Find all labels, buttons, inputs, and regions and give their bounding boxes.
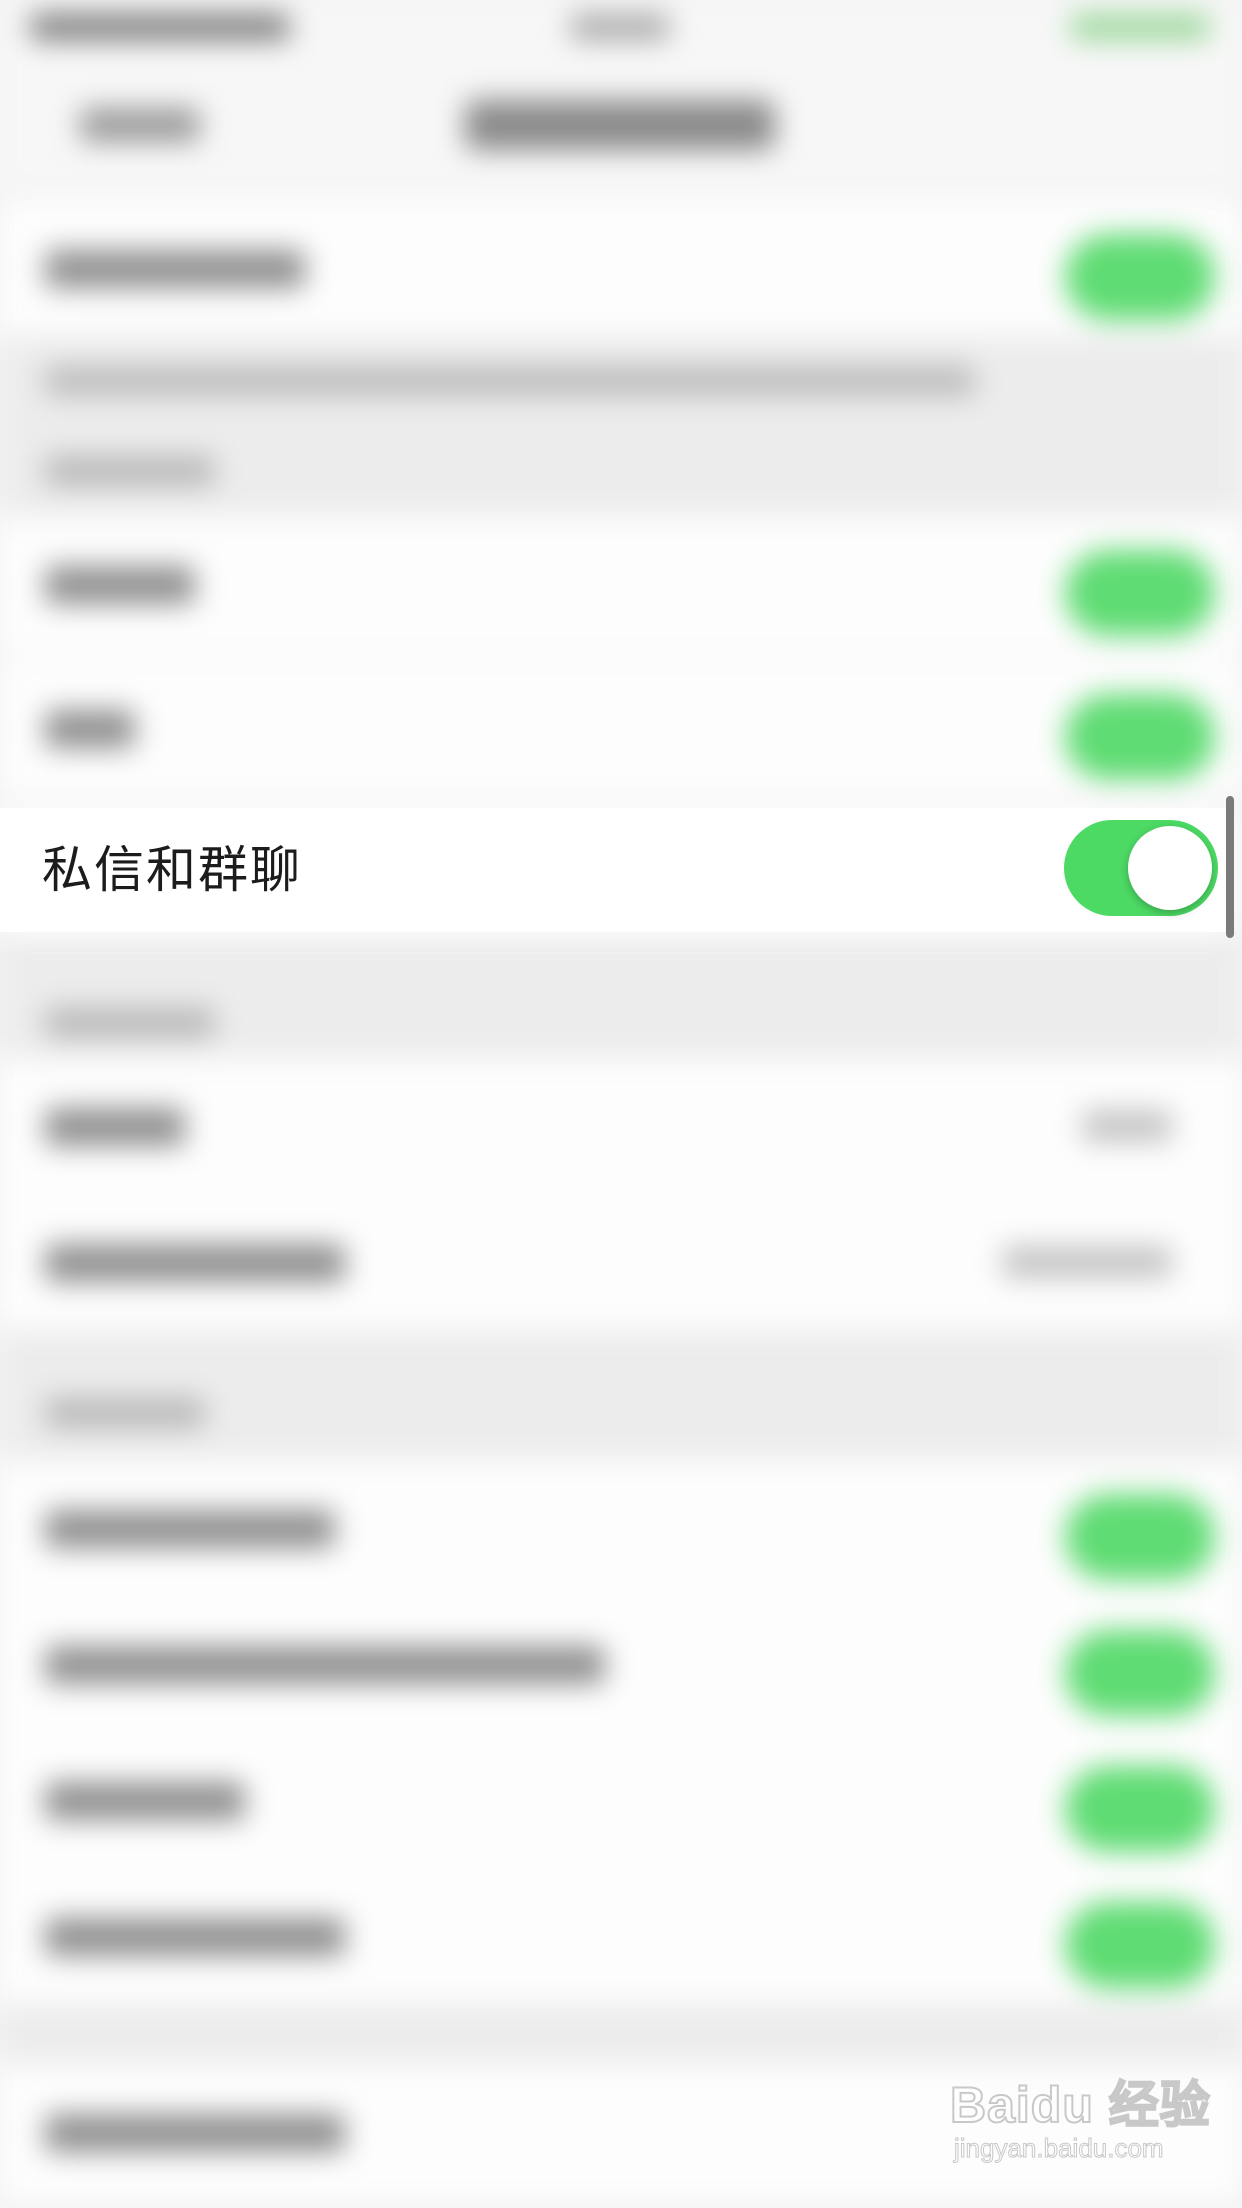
nav-bar: [0, 60, 1242, 191]
section-gap: [0, 2004, 1242, 2064]
toggle-knob: [1128, 826, 1212, 910]
settings-row[interactable]: [0, 660, 1242, 796]
settings-row[interactable]: [0, 200, 1242, 336]
settings-row-private-messages[interactable]: 私信和群聊: [0, 808, 1230, 932]
baidu-watermark: Baidu 经验 jingyan.baidu.com: [949, 2065, 1220, 2185]
blurred-background: [0, 0, 1242, 2208]
watermark-logo-text: Baidu 经验: [949, 2076, 1211, 2134]
page-title: [465, 100, 775, 150]
status-bar: [0, 0, 1242, 60]
back-button[interactable]: [80, 108, 200, 142]
section-gap: [0, 336, 1242, 516]
settings-row[interactable]: [0, 1732, 1242, 1868]
settings-row[interactable]: [0, 1596, 1242, 1732]
watermark-url: jingyan.baidu.com: [954, 2133, 1165, 2164]
settings-row[interactable]: [0, 1194, 1242, 1330]
section-gap: [0, 938, 1242, 1058]
section-gap: [0, 1330, 1242, 1460]
settings-row[interactable]: [0, 1058, 1242, 1194]
private-messages-toggle[interactable]: [1064, 820, 1218, 916]
settings-screen: 私信和群聊 Baidu 经验 jingyan.baidu.com: [0, 0, 1242, 2208]
settings-row[interactable]: [0, 516, 1242, 652]
settings-row[interactable]: [0, 1868, 1242, 2004]
settings-row[interactable]: [0, 1460, 1242, 1596]
row-label: 私信和群聊: [42, 841, 302, 899]
scrollbar[interactable]: [1226, 796, 1234, 938]
